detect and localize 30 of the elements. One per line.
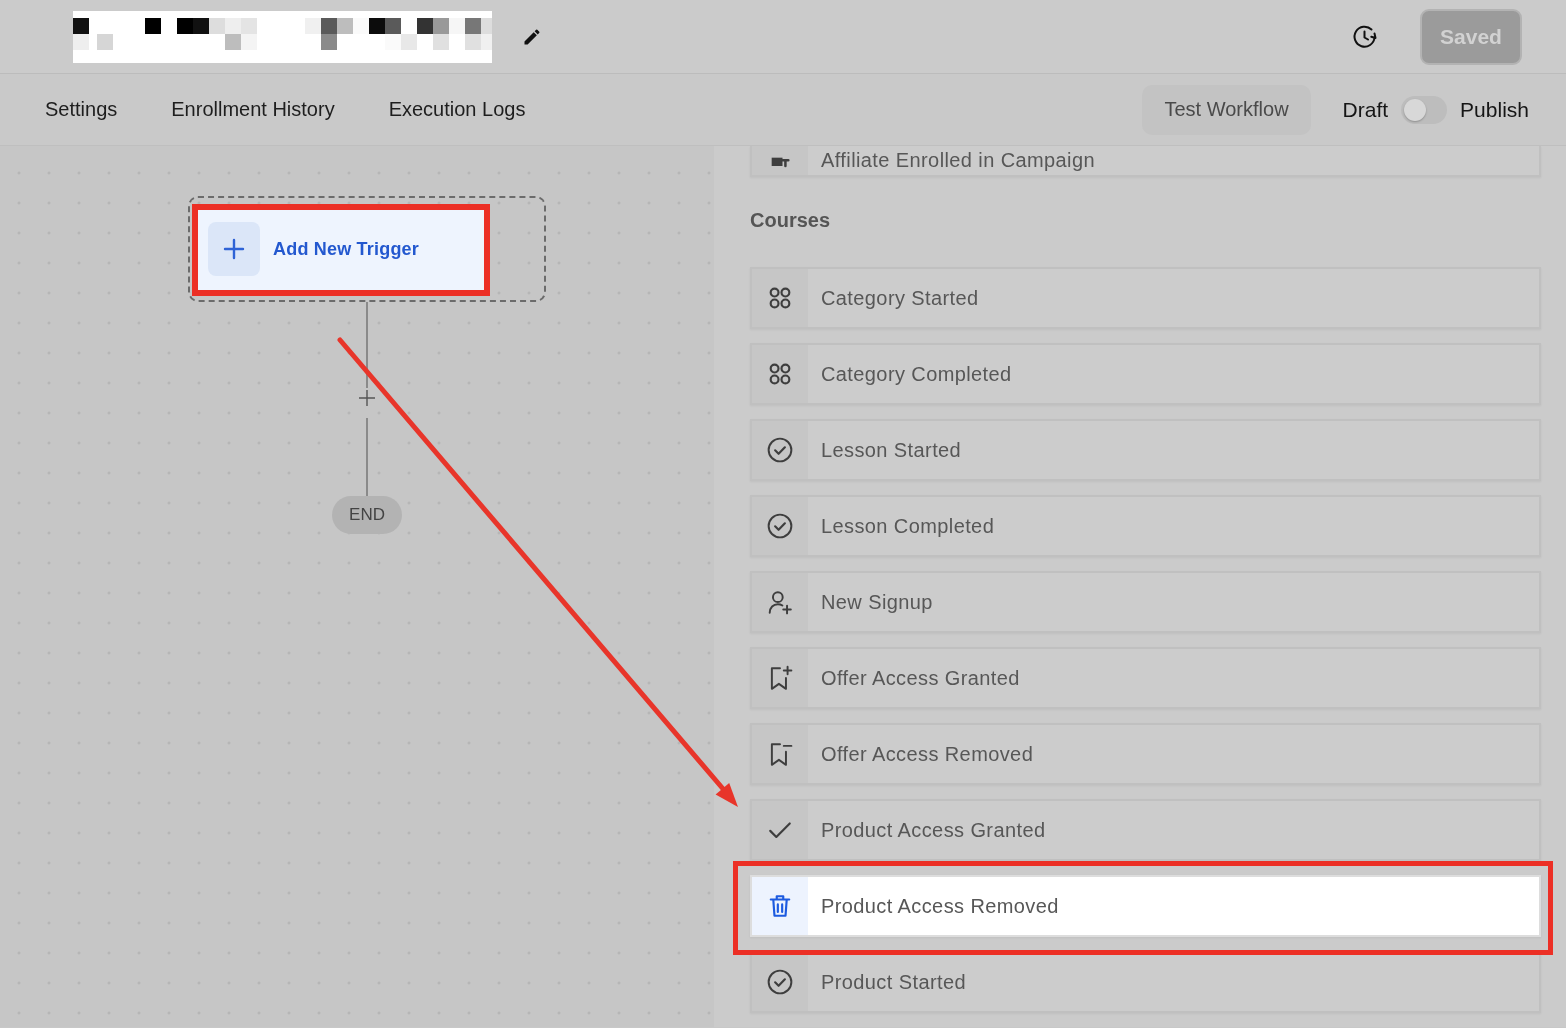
- plus-icon: [208, 222, 260, 276]
- trigger-option[interactable]: Offer Access Removed: [750, 723, 1541, 785]
- add-trigger-button[interactable]: Add New Trigger: [197, 208, 487, 290]
- trigger-option[interactable]: Affiliate Enrolled in Campaign: [750, 146, 1541, 177]
- publish-label: Publish: [1460, 97, 1529, 122]
- nav-tab[interactable]: Execution Logs: [388, 98, 526, 121]
- add-step-icon[interactable]: [358, 389, 376, 407]
- trigger-option[interactable]: Product Access Removed: [750, 875, 1541, 937]
- user-plus-icon: [767, 589, 793, 615]
- grid-icon: [767, 285, 793, 311]
- trigger-option[interactable]: Product Access Granted: [750, 799, 1541, 861]
- nav-tab[interactable]: Settings: [45, 98, 118, 121]
- circle-check-icon: [767, 437, 793, 463]
- trash-icon: [767, 893, 793, 919]
- pencil-icon[interactable]: [522, 26, 542, 47]
- trigger-option[interactable]: Lesson Started: [750, 419, 1541, 481]
- end-node: END: [332, 496, 402, 534]
- circle-check-icon: [767, 969, 793, 995]
- trigger-option[interactable]: Lesson Completed: [750, 495, 1541, 557]
- trigger-option[interactable]: Category Completed: [750, 343, 1541, 405]
- circle-check-icon: [767, 513, 793, 539]
- trigger-option[interactable]: Category Started: [750, 267, 1541, 329]
- nav-tab[interactable]: Enrollment History: [171, 98, 335, 121]
- publish-toggle[interactable]: [1401, 95, 1448, 124]
- draft-label: Draft: [1342, 97, 1389, 122]
- grid-icon: [767, 361, 793, 387]
- trigger-option[interactable]: Offer Access Granted: [750, 647, 1541, 709]
- test-workflow-button[interactable]: Test Workflow: [1142, 84, 1311, 135]
- section-heading: Courses: [750, 208, 832, 232]
- trigger-option[interactable]: New Signup: [750, 571, 1541, 633]
